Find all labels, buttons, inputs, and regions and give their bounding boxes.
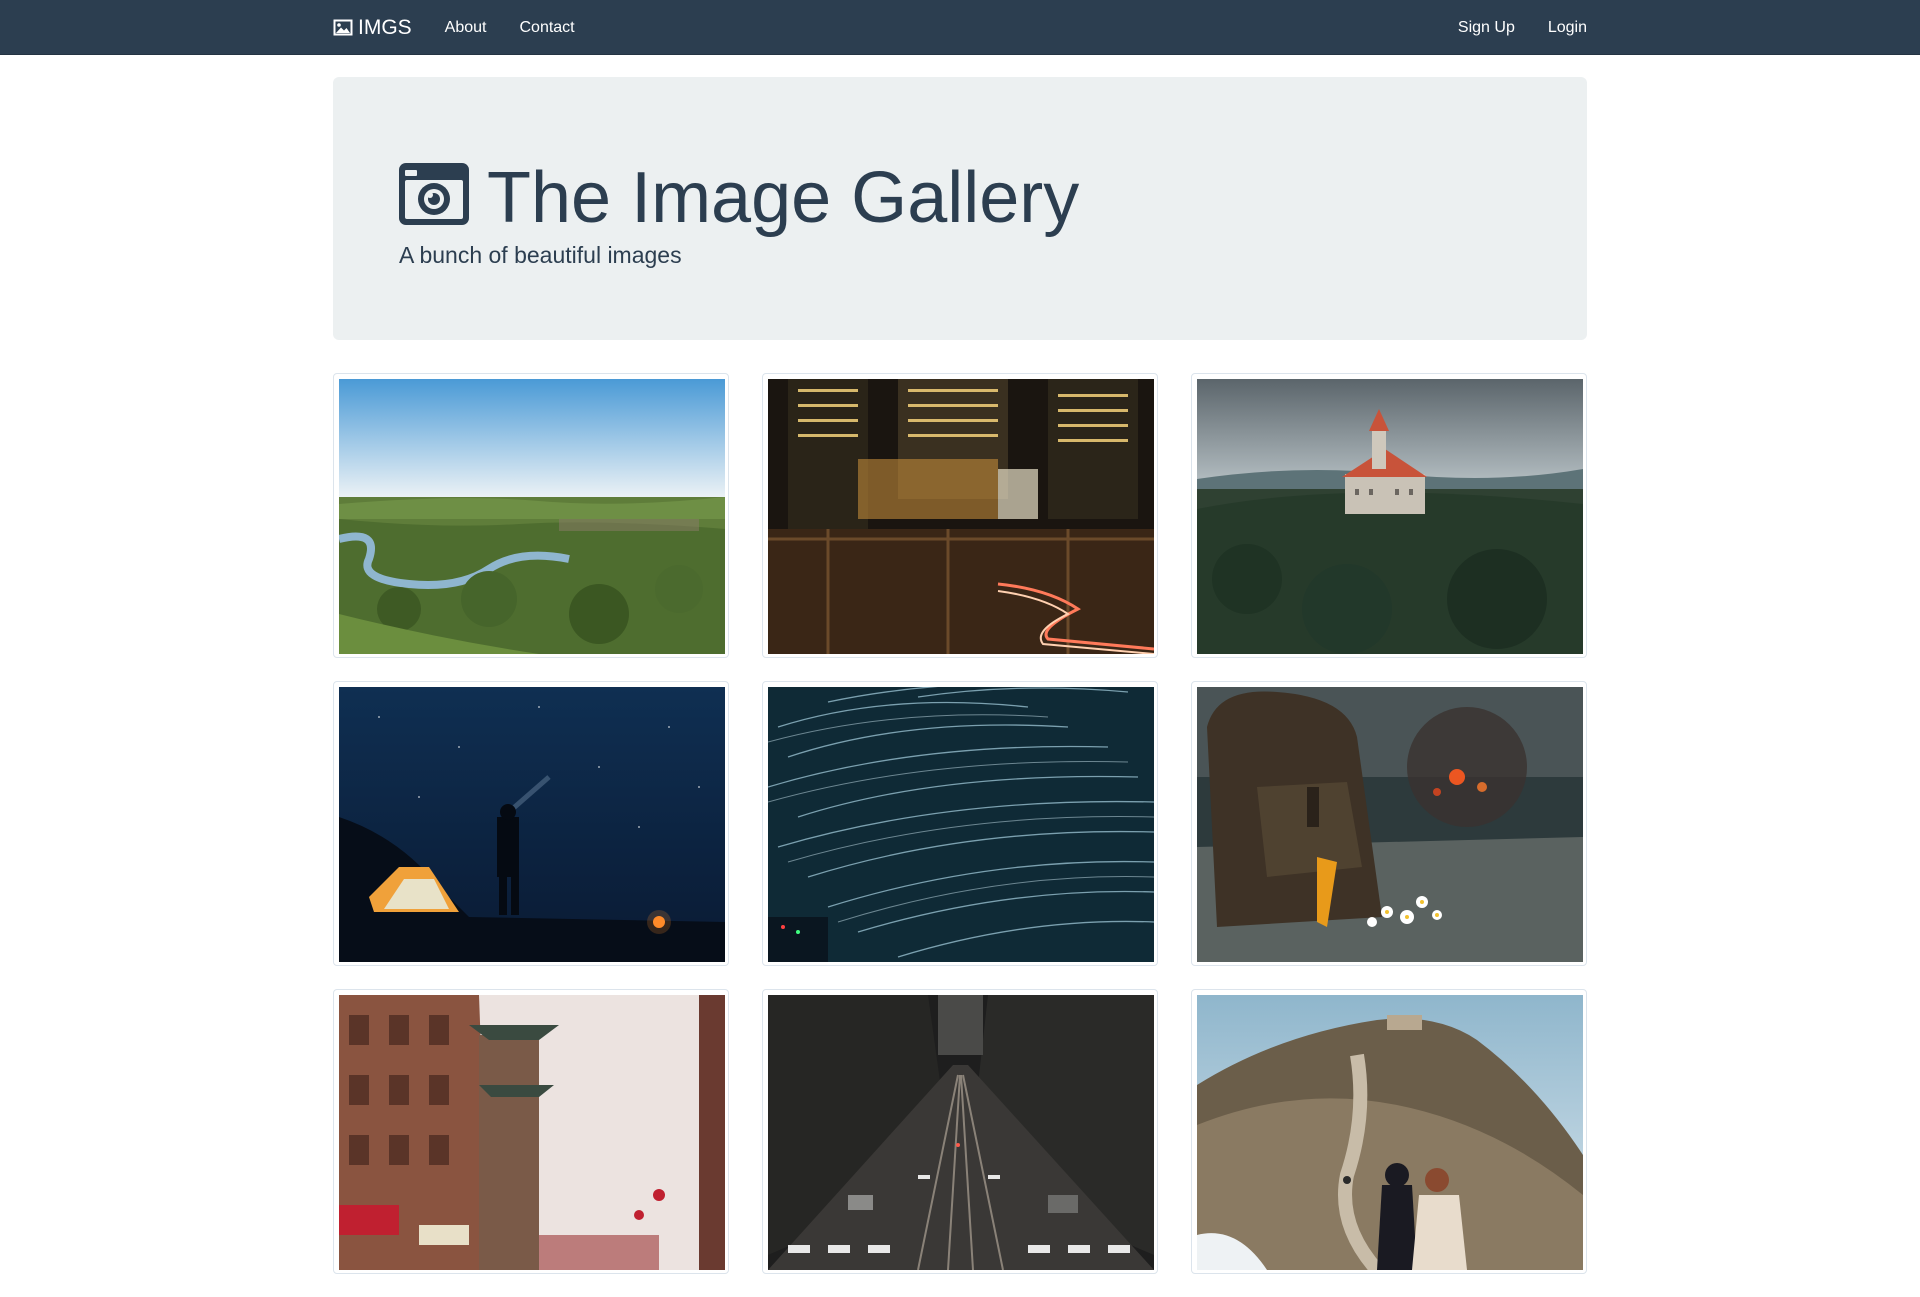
river-landscape-image: [339, 379, 725, 654]
page-title: The Image Gallery: [487, 158, 1080, 238]
camera-icon: [399, 163, 469, 225]
gallery-thumbnail[interactable]: [1191, 989, 1587, 1274]
image-gallery: [333, 373, 1587, 1297]
nav-link-login[interactable]: Login: [1548, 19, 1587, 37]
gallery-thumbnail[interactable]: [333, 989, 729, 1274]
gallery-thumbnail[interactable]: [333, 373, 729, 658]
gallery-thumbnail[interactable]: [762, 373, 1158, 658]
gallery-thumbnail[interactable]: [333, 681, 729, 966]
navbar-right: Sign Up Login: [1425, 0, 1587, 55]
image-icon: [333, 19, 353, 36]
navbar-left: IMGS About Contact: [333, 0, 608, 55]
nav-link-about[interactable]: About: [445, 19, 487, 37]
navbar-container: IMGS About Contact Sign Up Login: [333, 0, 1587, 55]
gallery-thumbnail[interactable]: [762, 989, 1158, 1274]
navbar: IMGS About Contact Sign Up Login: [0, 0, 1920, 55]
city-night-railway-image: [768, 379, 1154, 654]
jumbotron-title-row: The Image Gallery: [399, 149, 1079, 239]
night-camping-image: [339, 687, 725, 962]
brand-label: IMGS: [358, 15, 412, 39]
jumbotron: The Image Gallery A bunch of beautiful i…: [333, 77, 1587, 340]
gallery-thumbnail[interactable]: [762, 681, 1158, 966]
backpack-campfire-image: [1197, 687, 1583, 962]
coastal-path-hikers-image: [1197, 995, 1583, 1270]
brand-link[interactable]: IMGS: [333, 16, 412, 40]
page-subtitle: A bunch of beautiful images: [399, 242, 682, 268]
star-trails-image: [768, 687, 1154, 962]
gallery-thumbnail[interactable]: [1191, 681, 1587, 966]
chinatown-street-image: [339, 995, 725, 1270]
nav-link-contact[interactable]: Contact: [519, 19, 574, 37]
steep-city-street-image: [768, 995, 1154, 1270]
gallery-thumbnail[interactable]: [1191, 373, 1587, 658]
castle-on-hill-image: [1197, 379, 1583, 654]
nav-link-sign-up[interactable]: Sign Up: [1458, 19, 1515, 37]
